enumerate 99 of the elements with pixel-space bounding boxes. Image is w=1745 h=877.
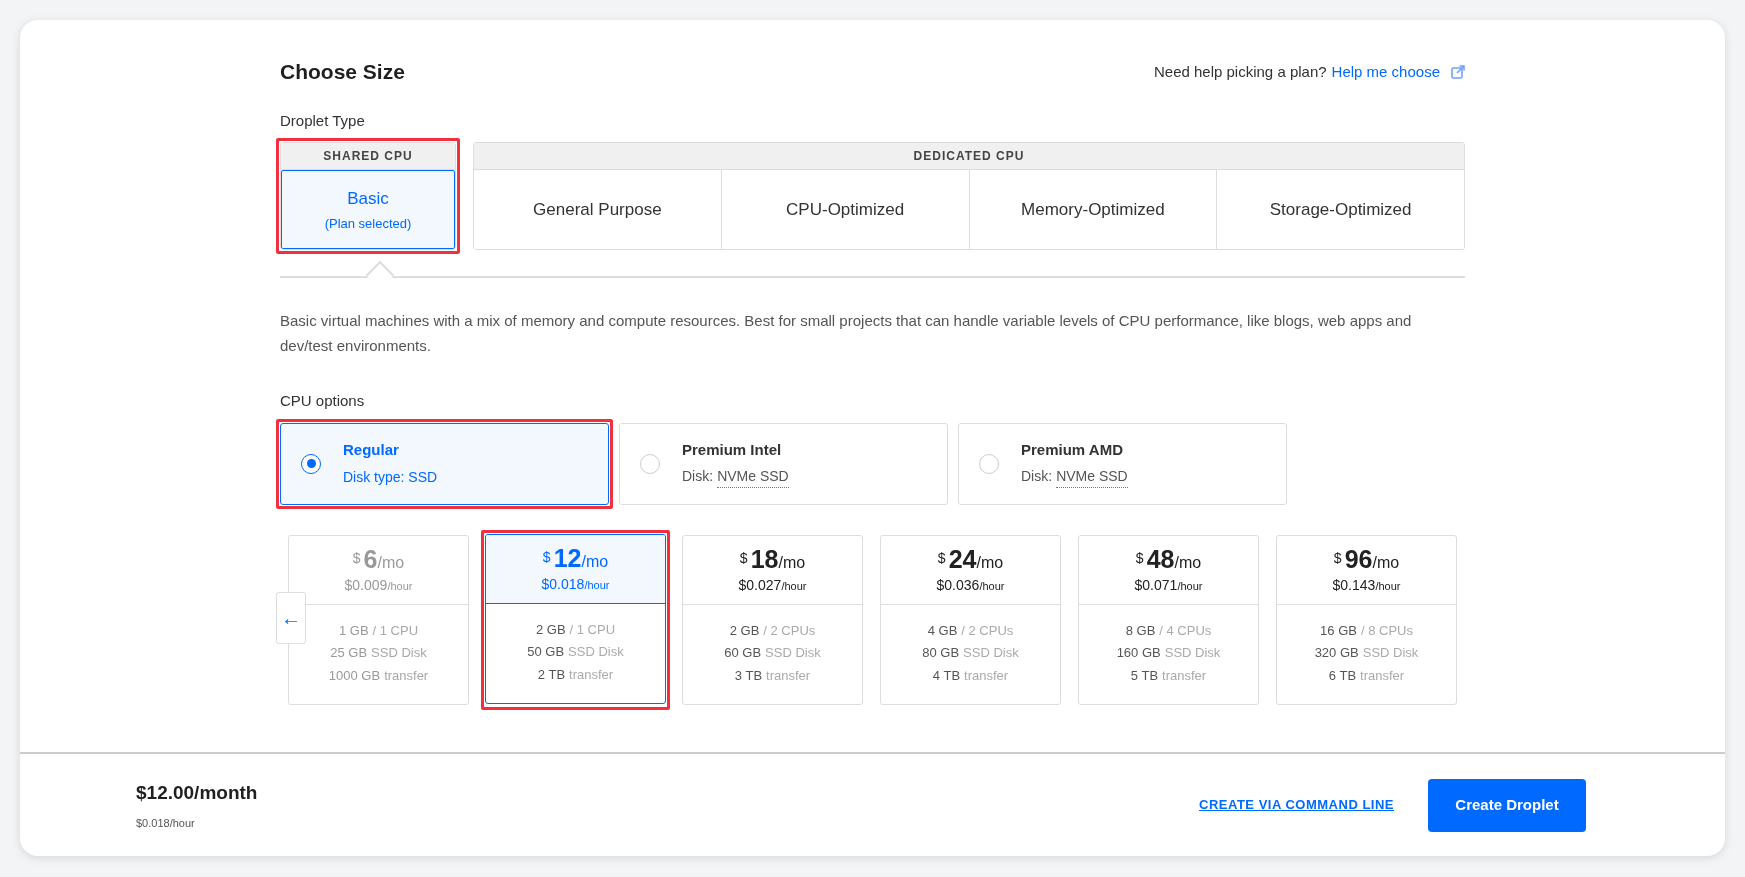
- section-title: Choose Size: [280, 59, 405, 85]
- price-unit: /mo: [1174, 553, 1202, 573]
- hourly-price: $0.018: [541, 574, 585, 594]
- spec-value: 50 GB: [527, 643, 565, 661]
- monthly-price: 24: [948, 543, 977, 574]
- hourly-unit: /hour: [1177, 578, 1203, 594]
- spec-value: 320 GB: [1314, 644, 1359, 662]
- price-unit: /mo: [778, 553, 806, 573]
- spec-label: SSD Disk: [568, 643, 624, 661]
- droplet-type-tab[interactable]: Basic (Plan selected): [281, 170, 455, 249]
- currency-symbol: $: [352, 548, 361, 568]
- spec-label: SSD Disk: [1362, 644, 1419, 662]
- spec-label: transfer: [1162, 666, 1207, 685]
- droplet-type-tab[interactable]: Storage-Optimized: [1216, 170, 1464, 249]
- spec-value: 4 TB: [932, 666, 961, 685]
- spec-value: 8 GB: [1125, 621, 1156, 640]
- disk-label: Disk:: [1021, 467, 1053, 487]
- scroll-left-button[interactable]: ←: [276, 591, 306, 644]
- spec-value: 160 GB: [1116, 644, 1161, 662]
- currency-symbol: $: [1333, 548, 1342, 568]
- spec-label: transfer: [964, 666, 1009, 685]
- currency-symbol: $: [739, 548, 748, 568]
- disk-type: NVMe SSD: [717, 466, 789, 489]
- disk-type: Disk type: SSD: [343, 467, 438, 487]
- cpu-option-name: Premium Intel: [682, 439, 783, 460]
- hourly-total: $0.018/hour: [136, 816, 196, 831]
- spec-value: 3 TB: [734, 666, 763, 685]
- monthly-price: 12: [553, 542, 582, 573]
- cpu-option-card[interactable]: Premium AMD Disk: NVMe SSD: [958, 422, 1287, 505]
- spec-label: transfer: [569, 665, 614, 684]
- spec-label: / 1 CPU: [569, 620, 616, 639]
- group-heading: SHARED CPU: [323, 148, 413, 165]
- price-unit: /mo: [581, 552, 609, 572]
- spec-value: 1 GB: [338, 621, 369, 640]
- help-link[interactable]: Help me choose: [1331, 60, 1440, 83]
- currency-symbol: $: [542, 547, 551, 567]
- spec-value: 60 GB: [724, 644, 762, 662]
- radio-button[interactable]: [301, 453, 321, 474]
- plan-description: Basic virtual machines with a mix of memory and compute resources. Best for small projects that can handle variable levels of CPU performance, like blogs, web apps and dev/test environments.: [280, 311, 1413, 356]
- spec-label: transfer: [766, 666, 811, 685]
- spec-label: / 1 CPU: [372, 621, 419, 640]
- spec-label: / 2 CPUs: [961, 621, 1014, 640]
- spec-label: transfer: [384, 666, 429, 685]
- cpu-option-card[interactable]: Regular Disk type: SSD: [280, 422, 609, 505]
- droplet-type-label: Droplet Type: [280, 110, 366, 131]
- plan-card[interactable]: $24/mo $0.036/hour 4 GB / 2 CPUs 80 GB SSD Disk 4 TB transfer: [880, 534, 1061, 705]
- currency-symbol: $: [1135, 548, 1144, 568]
- cpu-options-label: CPU options: [280, 391, 366, 411]
- plan-card[interactable]: $96/mo $0.143/hour 16 GB / 8 CPUs 320 GB SSD Disk 6 TB transfer: [1276, 534, 1457, 705]
- hourly-price: $0.027: [738, 575, 782, 595]
- currency-symbol: $: [937, 548, 946, 568]
- external-link-icon: [1451, 64, 1465, 79]
- spec-value: 2 TB: [537, 665, 566, 684]
- hourly-unit: /hour: [979, 578, 1005, 594]
- hourly-price: $0.071: [1134, 575, 1178, 595]
- hourly-unit: /hour: [781, 578, 807, 594]
- cpu-option-name: Premium AMD: [1021, 439, 1124, 460]
- command-line-link[interactable]: CREATE VIA COMMAND LINE: [1199, 795, 1394, 815]
- hourly-price: $0.036: [936, 575, 980, 595]
- spec-label: SSD Disk: [963, 644, 1019, 662]
- spec-label: / 8 CPUs: [1360, 621, 1413, 640]
- spec-value: 1000 GB: [328, 666, 381, 685]
- hourly-price: $0.009: [344, 575, 388, 595]
- plan-card[interactable]: $48/mo $0.071/hour 8 GB / 4 CPUs 160 GB SSD Disk 5 TB transfer: [1078, 534, 1259, 705]
- spec-value: 4 GB: [927, 621, 958, 640]
- price-unit: /mo: [377, 553, 405, 573]
- hourly-price: $0.143: [1332, 575, 1376, 595]
- spec-value: 80 GB: [922, 644, 960, 662]
- cpu-option-name: Regular: [343, 440, 400, 461]
- spec-value: 6 TB: [1328, 666, 1357, 685]
- spec-label: / 4 CPUs: [1159, 621, 1212, 640]
- price-unit: /mo: [976, 553, 1004, 573]
- spec-value: 2 GB: [535, 620, 566, 639]
- plan-card[interactable]: $12/mo $0.018/hour 2 GB / 1 CPU 50 GB SSD Disk 2 TB transfer: [485, 533, 666, 704]
- spec-value: 5 TB: [1130, 666, 1159, 685]
- disk-type: NVMe SSD: [1056, 466, 1128, 489]
- price-unit: /mo: [1372, 553, 1400, 573]
- spec-value: 2 GB: [729, 621, 760, 640]
- spec-value: 16 GB: [1320, 621, 1357, 640]
- monthly-price: 48: [1146, 543, 1175, 574]
- hourly-unit: /hour: [584, 577, 610, 593]
- plan-card[interactable]: $18/mo $0.027/hour 2 GB / 2 CPUs 60 GB SSD Disk 3 TB transfer: [682, 534, 863, 705]
- disk-label: Disk:: [682, 467, 714, 487]
- monthly-price: 6: [363, 543, 378, 574]
- spec-label: transfer: [1360, 666, 1405, 685]
- monthly-price: 18: [750, 543, 779, 574]
- spec-label: / 2 CPUs: [763, 621, 816, 640]
- spec-label: SSD Disk: [1164, 644, 1221, 662]
- cpu-option-card[interactable]: Premium Intel Disk: NVMe SSD: [619, 422, 948, 505]
- monthly-total: $12.00/month: [136, 780, 258, 805]
- hourly-unit: /hour: [387, 578, 413, 594]
- create-droplet-button[interactable]: Create Droplet: [1428, 778, 1586, 832]
- spec-label: SSD Disk: [765, 644, 821, 662]
- spec-label: SSD Disk: [371, 644, 427, 662]
- help-text: Need help picking a plan?: [1153, 61, 1327, 82]
- hourly-unit: /hour: [1375, 578, 1401, 594]
- monthly-price: 96: [1344, 543, 1373, 574]
- group-heading: DEDICATED CPU: [913, 148, 1025, 165]
- spec-value: 25 GB: [330, 644, 368, 662]
